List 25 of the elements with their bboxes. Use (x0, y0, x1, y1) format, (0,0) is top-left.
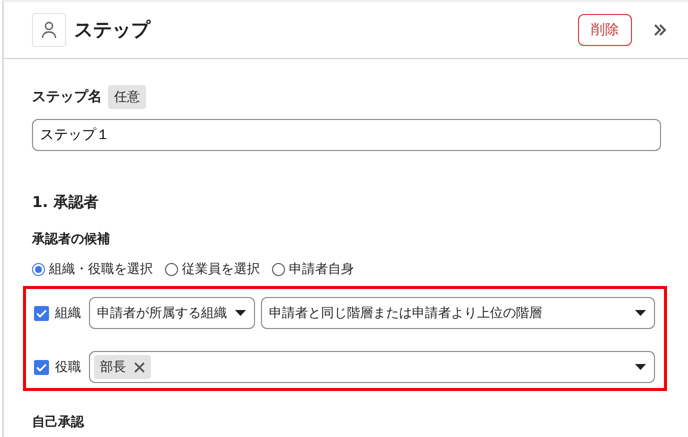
remove-icon[interactable] (134, 362, 145, 372)
collapse-icon[interactable] (654, 24, 666, 36)
optional-badge: 任意 (108, 85, 146, 109)
tag-chip: 部長 (94, 355, 151, 379)
dropdown[interactable]: 申請者と同じ階層または申請者より上位の階層 (261, 297, 655, 329)
user-avatar-icon (32, 13, 66, 47)
multi-select[interactable]: 部長 (89, 351, 655, 383)
checkbox[interactable] (34, 360, 49, 374)
section-subtitle: 承認者の候補 (32, 230, 111, 248)
checkbox-label: 役職 (55, 359, 81, 376)
radio-option[interactable]: 申請者自身 (272, 260, 354, 278)
field-label: ステップ名 (32, 88, 102, 106)
section-subtitle: 自己承認 (32, 414, 86, 431)
step-name-field[interactable]: ステップ１ (32, 119, 661, 151)
checkbox-label: 組織 (55, 305, 81, 322)
delete-button[interactable]: 削除 (578, 14, 632, 46)
panel-title: ステップ (74, 18, 152, 43)
caret-icon (635, 364, 646, 370)
checkbox[interactable] (34, 306, 49, 320)
caret-icon (235, 310, 246, 316)
radio-option[interactable]: 従業員を選択 (165, 260, 260, 278)
section-title: 1. 承認者 (32, 193, 100, 212)
caret-icon (635, 310, 646, 316)
radio-option[interactable]: 組織・役職を選択 (32, 260, 153, 278)
dropdown[interactable]: 申請者が所属する組織 (89, 297, 255, 329)
